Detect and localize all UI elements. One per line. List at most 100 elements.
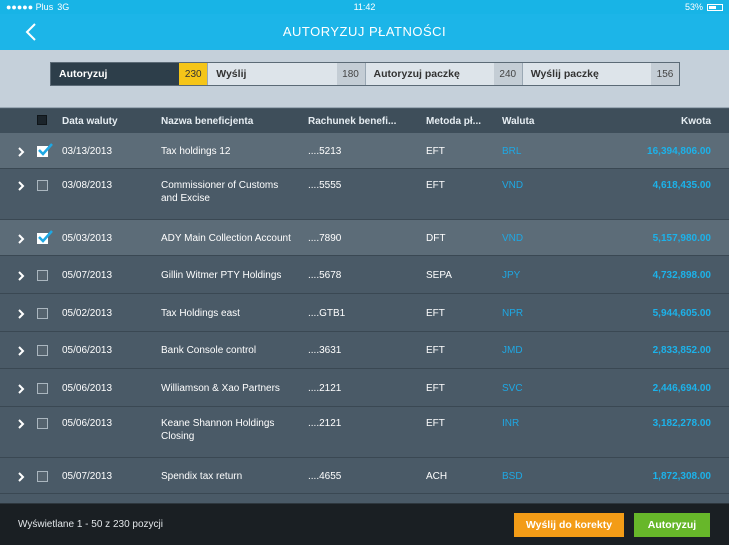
cell-method: EFT: [426, 180, 445, 191]
cell-beneficiary: Tax Holdings east: [161, 307, 240, 320]
cell-amount: 5,944,605.00: [652, 308, 711, 319]
tab-count: 156: [651, 63, 679, 85]
tab-count: 240: [493, 63, 522, 85]
cell-beneficiary: Spendix tax return: [161, 470, 242, 483]
table-row[interactable]: 05/06/2013 Bank Console control ....3631 EF…: [0, 332, 729, 369]
header-beneficiary[interactable]: Nazwa beneficjenta: [161, 116, 253, 127]
checkmark-icon: [38, 143, 53, 156]
cell-account: ....7890: [308, 233, 342, 244]
header-date[interactable]: Data waluty: [62, 116, 118, 127]
cell-method: EFT: [426, 308, 445, 319]
header-method[interactable]: Metoda pł...: [426, 116, 481, 127]
cell-account: ....2121: [308, 383, 342, 394]
beneficiary-line: Commissioner of Customs: [161, 180, 279, 191]
cell-account: ....5555: [308, 180, 342, 191]
header-amount[interactable]: Kwota: [681, 116, 711, 127]
table-row[interactable]: 05/06/2013 Williamson & Xao Partners ....2…: [0, 369, 729, 407]
tabs-bar: Autoryzuj 230 Wyślij 180 Autoryzuj paczk…: [0, 50, 729, 108]
select-all-checkbox[interactable]: [37, 115, 47, 125]
cell-beneficiary: Commissioner of Customs and Excise: [161, 179, 278, 205]
clock: 11:42: [353, 2, 376, 12]
row-checkbox[interactable]: [37, 308, 48, 319]
cell-beneficiary: Williamson & Xao Partners: [161, 382, 280, 395]
row-checkbox[interactable]: [37, 471, 48, 482]
header-account[interactable]: Rachunek benefi...: [308, 116, 396, 127]
cell-amount: 2,833,852.00: [652, 345, 711, 356]
row-checkbox[interactable]: [37, 383, 48, 394]
chevron-right-icon[interactable]: [16, 472, 26, 482]
table-row[interactable]: 05/07/2013 Gillin Witmer PTY Holdings....…: [0, 256, 729, 294]
cell-account: ....5213: [308, 146, 342, 157]
row-checkbox[interactable]: [37, 345, 48, 356]
cell-currency: VND: [502, 233, 524, 244]
cell-currency: INR: [502, 418, 520, 429]
tab-authorize-batch[interactable]: Autoryzuj paczkę 240: [365, 63, 523, 85]
tab-authorize[interactable]: Autoryzuj 230: [51, 63, 209, 85]
row-checkbox[interactable]: [37, 270, 48, 281]
status-bar: ●●●●● Plus 3G 11:42 53%: [0, 0, 729, 14]
chevron-right-icon[interactable]: [16, 309, 26, 319]
cell-beneficiary: ADY Main Collection Account: [161, 232, 291, 245]
cell-currency: BSD: [502, 471, 523, 482]
beneficiary-line: Gillin Witmer PTY Holdings: [161, 270, 282, 281]
tab-label: Autoryzuj: [59, 68, 108, 80]
tab-label: Wyślij: [216, 68, 247, 80]
cell-date: 05/02/2013: [62, 308, 113, 319]
cell-method: EFT: [426, 418, 445, 429]
cell-date: 05/03/2013: [62, 233, 113, 244]
row-checkbox[interactable]: [37, 143, 53, 157]
cell-beneficiary: Gillin Witmer PTY Holdings: [161, 269, 281, 282]
cell-currency: JPY: [502, 270, 521, 281]
cell-amount: 3,182,278.00: [652, 418, 711, 429]
cell-date: 05/06/2013: [62, 345, 113, 356]
cell-currency: SVC: [502, 383, 523, 394]
cell-currency: BRL: [502, 146, 522, 157]
cell-account: ....2121: [308, 418, 342, 429]
beneficiary-line: and Excise: [161, 193, 210, 204]
beneficiary-line: Tax holdings 12: [161, 146, 231, 157]
cell-currency: JMD: [502, 345, 523, 356]
chevron-right-icon[interactable]: [16, 181, 26, 191]
tab-count: 230: [179, 63, 208, 85]
cell-amount: 5,157,980.00: [652, 233, 711, 244]
beneficiary-line: Closing: [161, 431, 195, 442]
cell-account: ....GTB1: [308, 308, 346, 319]
tab-label: Autoryzuj paczkę: [373, 68, 460, 80]
table-row[interactable]: 03/13/2013 Tax holdings 12 ....5213 EFT BRL 1…: [0, 133, 729, 169]
cell-beneficiary: Keane Shannon Holdings Closing: [161, 417, 274, 443]
send-for-correction-button[interactable]: Wyślij do korekty: [514, 513, 624, 537]
row-checkbox[interactable]: [37, 418, 48, 429]
chevron-right-icon[interactable]: [16, 234, 26, 244]
cell-method: EFT: [426, 383, 445, 394]
cell-date: 05/06/2013: [62, 383, 113, 394]
tab-send[interactable]: Wyślij 180: [208, 63, 366, 85]
cell-method: ACH: [426, 471, 448, 482]
cell-amount: 4,618,435.00: [652, 180, 711, 191]
cell-account: ....4655: [308, 471, 342, 482]
cell-account: ....5678: [308, 270, 342, 281]
chevron-right-icon[interactable]: [16, 147, 26, 157]
table-row[interactable]: 05/03/2013 ADY Main Collection Account...…: [0, 220, 729, 256]
tab-label: Wyślij paczkę: [530, 68, 599, 80]
cell-amount: 2,446,694.00: [652, 383, 711, 394]
cell-amount: 16,394,806.00: [647, 146, 711, 157]
table-row[interactable]: 05/07/2013 Spendix tax return ....4655 ACH B…: [0, 458, 729, 494]
table-row[interactable]: 05/02/2013 Tax Holdings east ....GTB1 EFT NP…: [0, 294, 729, 332]
row-checkbox[interactable]: [37, 180, 48, 191]
table-row[interactable]: 05/06/2013 Keane Shannon Holdings Closing.…: [0, 407, 729, 458]
chevron-right-icon[interactable]: [16, 384, 26, 394]
header-currency[interactable]: Waluta: [502, 116, 534, 127]
cell-amount: 4,732,898.00: [652, 270, 711, 281]
chevron-right-icon[interactable]: [16, 419, 26, 429]
authorize-button[interactable]: Autoryzuj: [634, 513, 710, 537]
footer-bar: Wyświetlane 1 - 50 z 230 pozycji Wyślij …: [0, 503, 729, 545]
beneficiary-line: Bank Console control: [161, 345, 257, 356]
chevron-right-icon[interactable]: [16, 271, 26, 281]
page-title: AUTORYZUJ PŁATNOŚCI: [282, 24, 447, 39]
row-checkbox[interactable]: [37, 230, 53, 244]
cell-date: 05/07/2013: [62, 471, 113, 482]
table-row[interactable]: 03/08/2013 Commissioner of Customs and Exc…: [0, 169, 729, 220]
tab-send-batch[interactable]: Wyślij paczkę 156: [522, 63, 679, 85]
cell-beneficiary: Tax holdings 12: [161, 145, 231, 158]
chevron-right-icon[interactable]: [16, 346, 26, 356]
